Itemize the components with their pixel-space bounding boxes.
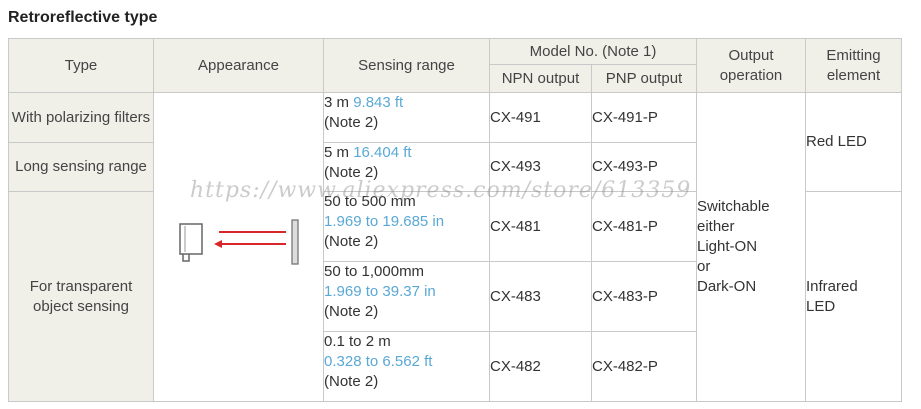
emitting-infrared: Infrared LED [805, 191, 902, 402]
table-row: With polarizing filters 3 m 9.843 ft (No… [8, 92, 902, 402]
output-line: Switchable [697, 198, 770, 215]
header-appearance: Appearance [153, 38, 324, 93]
sensor-body [178, 223, 203, 255]
sensor-connector [181, 254, 190, 262]
output-operation-cell: Switchable either Light-ON or Dark-ON [696, 92, 806, 402]
type-polarizing: With polarizing filters [8, 92, 154, 143]
range-value: 50 to 1,000mm [324, 263, 425, 280]
range-cell: 50 to 1,000mm 1.969 to 39.37 in (Note 2) [323, 261, 490, 332]
output-line: either [697, 218, 735, 235]
npn-model: CX-483 [489, 261, 592, 332]
range-alt: 1.969 to 19.685 in [324, 213, 445, 230]
header-model-no: Model No. (Note 1) [489, 38, 697, 65]
pnp-model: CX-491-P [591, 92, 697, 143]
range-alt: 9.843 ft [353, 94, 404, 111]
header-pnp: PNP output [591, 64, 697, 93]
header-npn: NPN output [489, 64, 592, 93]
range-note: (Note 2) [324, 373, 379, 390]
appearance-cell [153, 92, 324, 402]
pnp-model: CX-482-P [591, 331, 697, 402]
range-value: 5 m [324, 144, 350, 161]
retroreflective-sensor-diagram [178, 219, 299, 265]
section-title: Retroreflective type [8, 9, 158, 26]
output-line: Light-ON [697, 238, 758, 255]
beam-arrow-head [213, 240, 222, 248]
emitting-red: Red LED [805, 92, 902, 192]
range-alt: 0.328 to 6.562 ft [324, 353, 433, 370]
output-line: or [697, 258, 711, 275]
range-alt: 16.404 ft [353, 144, 412, 161]
header-type: Type [8, 38, 154, 93]
emitting-line: Infrared [806, 277, 858, 295]
spec-table: Type Appearance Sensing range Model No. … [8, 38, 902, 402]
npn-model: CX-491 [489, 92, 592, 143]
range-note: (Note 2) [324, 303, 379, 320]
range-value: 0.1 to 2 m [324, 333, 391, 350]
header-output-operation: Output operation [696, 38, 806, 93]
watermark: https://www.aliexpress.com/store/613359 [190, 178, 692, 203]
header-emitting-element: Emitting element [805, 38, 902, 93]
header-sensing-range: Sensing range [323, 38, 490, 93]
output-line: Dark-ON [697, 278, 757, 295]
npn-model: CX-482 [489, 331, 592, 402]
range-note: (Note 2) [324, 233, 379, 250]
type-transparent: For transparent object sensing [8, 191, 154, 402]
range-cell: 3 m 9.843 ft (Note 2) [323, 92, 490, 143]
reflector [290, 219, 299, 265]
range-cell: 0.1 to 2 m 0.328 to 6.562 ft (Note 2) [323, 331, 490, 402]
range-alt: 1.969 to 39.37 in [324, 283, 436, 300]
type-long-range: Long sensing range [8, 142, 154, 192]
emitting-line: LED [806, 297, 836, 315]
pnp-model: CX-483-P [591, 261, 697, 332]
range-value: 3 m [324, 94, 350, 111]
range-note: (Note 2) [324, 114, 379, 131]
